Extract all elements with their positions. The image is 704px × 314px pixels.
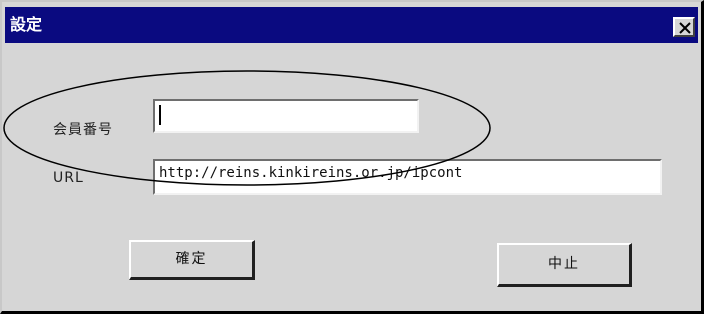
- member-number-label: 会員番号: [53, 122, 113, 138]
- cancel-button-label: 中止: [548, 256, 580, 272]
- url-input[interactable]: http://reins.kinkireins.or.jp/ipcont: [153, 159, 662, 195]
- settings-dialog: 設定 会員番号 URL http://reins.kinkireins.or.j…: [0, 0, 704, 314]
- cancel-button[interactable]: 中止: [497, 243, 632, 287]
- member-number-input[interactable]: [153, 99, 419, 133]
- url-label: URL: [53, 170, 84, 186]
- title-bar[interactable]: 設定: [5, 7, 698, 43]
- close-icon: [679, 22, 691, 34]
- ok-button-label: 確定: [175, 251, 208, 267]
- url-value: http://reins.kinkireins.or.jp/ipcont: [159, 165, 463, 181]
- close-button[interactable]: [673, 17, 695, 37]
- ok-button[interactable]: 確定: [129, 240, 255, 280]
- text-caret: [159, 105, 161, 125]
- dialog-title: 設定: [10, 15, 43, 34]
- dialog-body: 会員番号 URL http://reins.kinkireins.or.jp/i…: [5, 43, 698, 308]
